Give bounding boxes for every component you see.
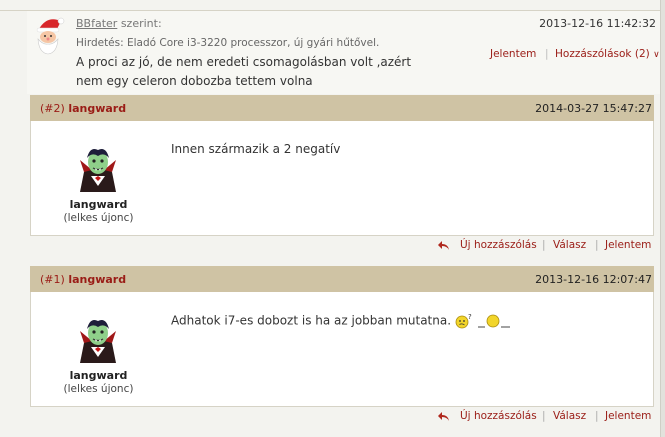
quote-replies-link[interactable]: Hozzászólások (2) ∨	[555, 48, 660, 60]
quote-text: A proci az jó, de nem eredeti csomagolás…	[76, 55, 412, 88]
post-body: langward (lelkes újonc) Adhatok i7-es do…	[30, 292, 654, 407]
reply-arrow-icon	[438, 412, 449, 421]
new-reply-link[interactable]: Új hozzászólás	[460, 239, 537, 251]
report-link[interactable]: Jelentem	[605, 410, 651, 422]
quote-topic: Hirdetés: Eladó Core i3-3220 processzor,…	[76, 37, 380, 49]
reply-link[interactable]: Válasz	[553, 410, 586, 422]
post-date: 2013-12-16 12:07:47	[535, 273, 652, 286]
new-reply-link[interactable]: Új hozzászólás	[460, 410, 537, 422]
post-number: (#2)	[40, 102, 65, 115]
post-number-line: (#1) langward	[40, 273, 126, 286]
svg-text:?: ?	[468, 313, 472, 321]
post-header: (#2) langward 2014-03-27 15:47:27	[30, 95, 654, 121]
reply-link[interactable]: Válasz	[553, 239, 586, 251]
dracula-avatar-icon	[80, 149, 116, 192]
quote-author-suffix: szerint:	[120, 17, 162, 30]
quote-author-line: BBfater szerint:	[76, 17, 162, 30]
post-author-link[interactable]: langward	[68, 102, 126, 115]
post-user-rank: (lelkes újonc)	[63, 383, 134, 395]
dracula-avatar-icon	[80, 320, 116, 363]
reply-arrow-icon	[438, 241, 449, 250]
post-message: Innen származik a 2 negatív	[171, 142, 341, 156]
post-number: (#1)	[40, 273, 65, 286]
post-username[interactable]: langward	[31, 369, 166, 382]
report-link[interactable]: Jelentem	[605, 239, 651, 251]
chevron-down-icon: ∨	[653, 50, 660, 60]
quoted-post: BBfater szerint: 2013-12-16 11:42:32 Hir…	[27, 11, 660, 94]
post-header: (#1) langward 2013-12-16 12:07:47	[30, 266, 654, 292]
post-user-rank: (lelkes újonc)	[63, 212, 134, 224]
separator: |	[542, 410, 546, 422]
post-date: 2014-03-27 15:47:27	[535, 102, 652, 115]
post-body: langward (lelkes újonc) Innen származik …	[30, 121, 654, 236]
post-message-text: Adhatok i7-es dobozt is ha az jobban mut…	[171, 313, 452, 328]
post-author-link[interactable]: langward	[68, 273, 126, 286]
rolling-smiley-icon	[477, 314, 510, 328]
replies-label: Hozzászólások (2)	[555, 48, 650, 60]
quote-author-link[interactable]: BBfater	[76, 17, 117, 30]
confused-smiley-icon: ?	[455, 313, 472, 329]
top-divider	[0, 0, 665, 11]
separator: |	[595, 410, 599, 422]
post-number-line: (#2) langward	[40, 102, 126, 115]
quote-date: 2013-12-16 11:42:32	[539, 17, 656, 30]
post-username[interactable]: langward	[31, 198, 166, 211]
page-scrollbar[interactable]	[660, 0, 665, 437]
separator: |	[545, 48, 549, 60]
separator: |	[542, 239, 546, 251]
post-message: Adhatok i7-es dobozt is ha az jobban mut…	[171, 313, 511, 329]
quote-report-link[interactable]: Jelentem	[490, 48, 536, 60]
separator: |	[595, 239, 599, 251]
santa-avatar-icon	[36, 17, 65, 55]
